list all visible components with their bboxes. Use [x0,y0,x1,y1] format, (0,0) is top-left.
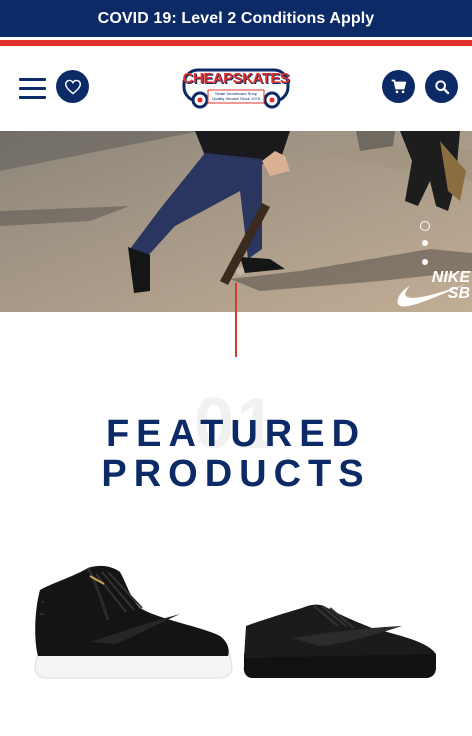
search-icon [434,79,449,94]
cheapskates-logo[interactable]: CHEAPSKATES Skate Snowboard Shop Quality… [178,64,294,110]
search-button[interactable] [425,70,458,103]
site-header: CHEAPSKATES Skate Snowboard Shop Quality… [0,46,472,131]
nike-sb-logo: NIKE SB [396,269,470,310]
carousel-dot-1-active[interactable] [420,221,430,231]
covid-banner: COVID 19: Level 2 Conditions Apply [0,0,472,37]
cart-button[interactable] [382,70,415,103]
logo-brand-text: CHEAPSKATES [182,70,290,87]
section-divider-line [235,283,237,357]
shopping-cart-icon [391,79,406,94]
heart-icon [64,79,81,95]
hamburger-menu-icon[interactable] [19,78,46,99]
nike-sb-text: NIKE SB [431,269,470,302]
black-low-top-sneaker-image [243,604,436,678]
wishlist-button[interactable] [56,70,89,103]
product-card-1[interactable] [30,562,236,684]
black-high-top-sneaker-image [34,565,233,679]
logo-tagline-2: Quality Service Since 1978 [211,96,261,101]
featured-products-heading: FEATURED PRODUCTS [0,414,472,494]
covid-banner-text: COVID 19: Level 2 Conditions Apply [97,9,375,27]
product-card-2[interactable] [242,598,438,680]
carousel-dot-2[interactable] [422,240,428,246]
heading-line-2: PRODUCTS [101,453,371,495]
heading-line-1: FEATURED [105,413,367,455]
carousel-dot-3[interactable] [422,259,428,265]
